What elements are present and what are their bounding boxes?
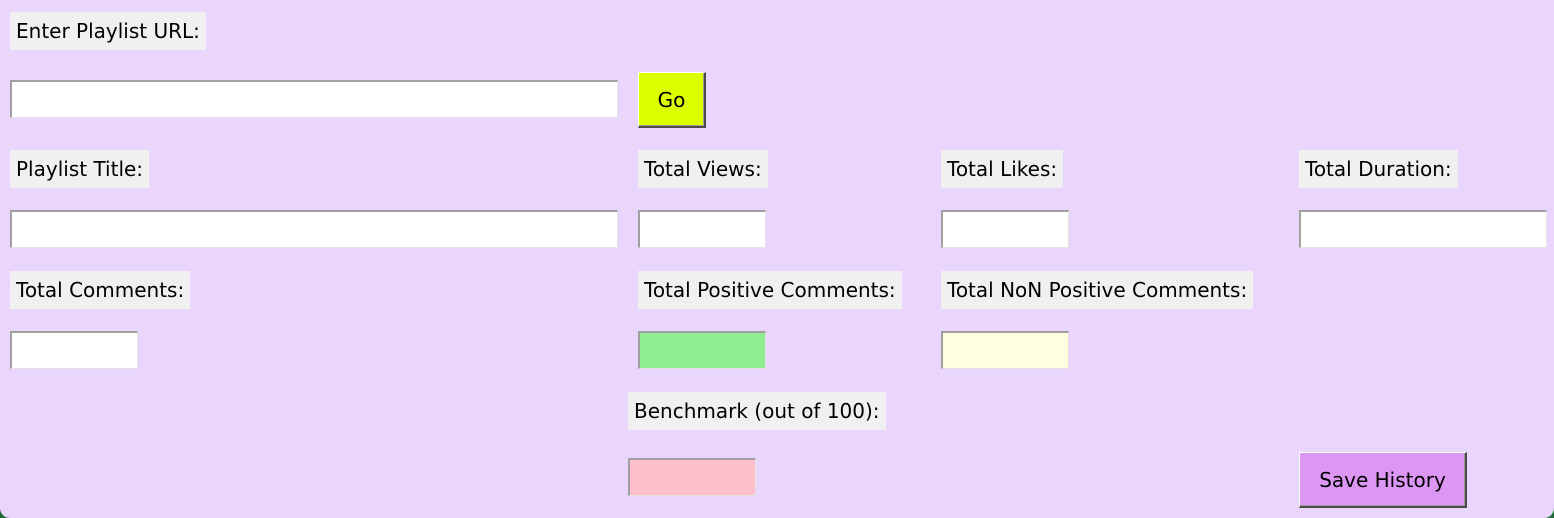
total-non-positive-comments-label: Total NoN Positive Comments: — [941, 271, 1254, 309]
url-label: Enter Playlist URL: — [10, 12, 206, 50]
playlist-title-label: Playlist Title: — [10, 150, 150, 188]
total-duration-label: Total Duration: — [1299, 150, 1458, 188]
total-likes-label: Total Likes: — [941, 150, 1064, 188]
benchmark-label: Benchmark (out of 100): — [628, 392, 886, 430]
url-input[interactable] — [10, 80, 618, 118]
total-non-positive-comments-field[interactable] — [941, 331, 1069, 369]
go-button[interactable]: Go — [638, 72, 706, 128]
total-views-field[interactable] — [638, 210, 766, 248]
save-history-button[interactable]: Save History — [1299, 452, 1467, 508]
app-window: Enter Playlist URL: Go Playlist Title: T… — [0, 0, 1554, 518]
total-likes-field[interactable] — [941, 210, 1069, 248]
total-positive-comments-field[interactable] — [638, 331, 766, 369]
total-positive-comments-label: Total Positive Comments: — [638, 271, 902, 309]
benchmark-field[interactable] — [628, 458, 756, 496]
playlist-title-field[interactable] — [10, 210, 618, 248]
total-views-label: Total Views: — [638, 150, 768, 188]
total-comments-label: Total Comments: — [10, 271, 191, 309]
total-comments-field[interactable] — [10, 331, 138, 369]
total-duration-field[interactable] — [1299, 210, 1547, 248]
